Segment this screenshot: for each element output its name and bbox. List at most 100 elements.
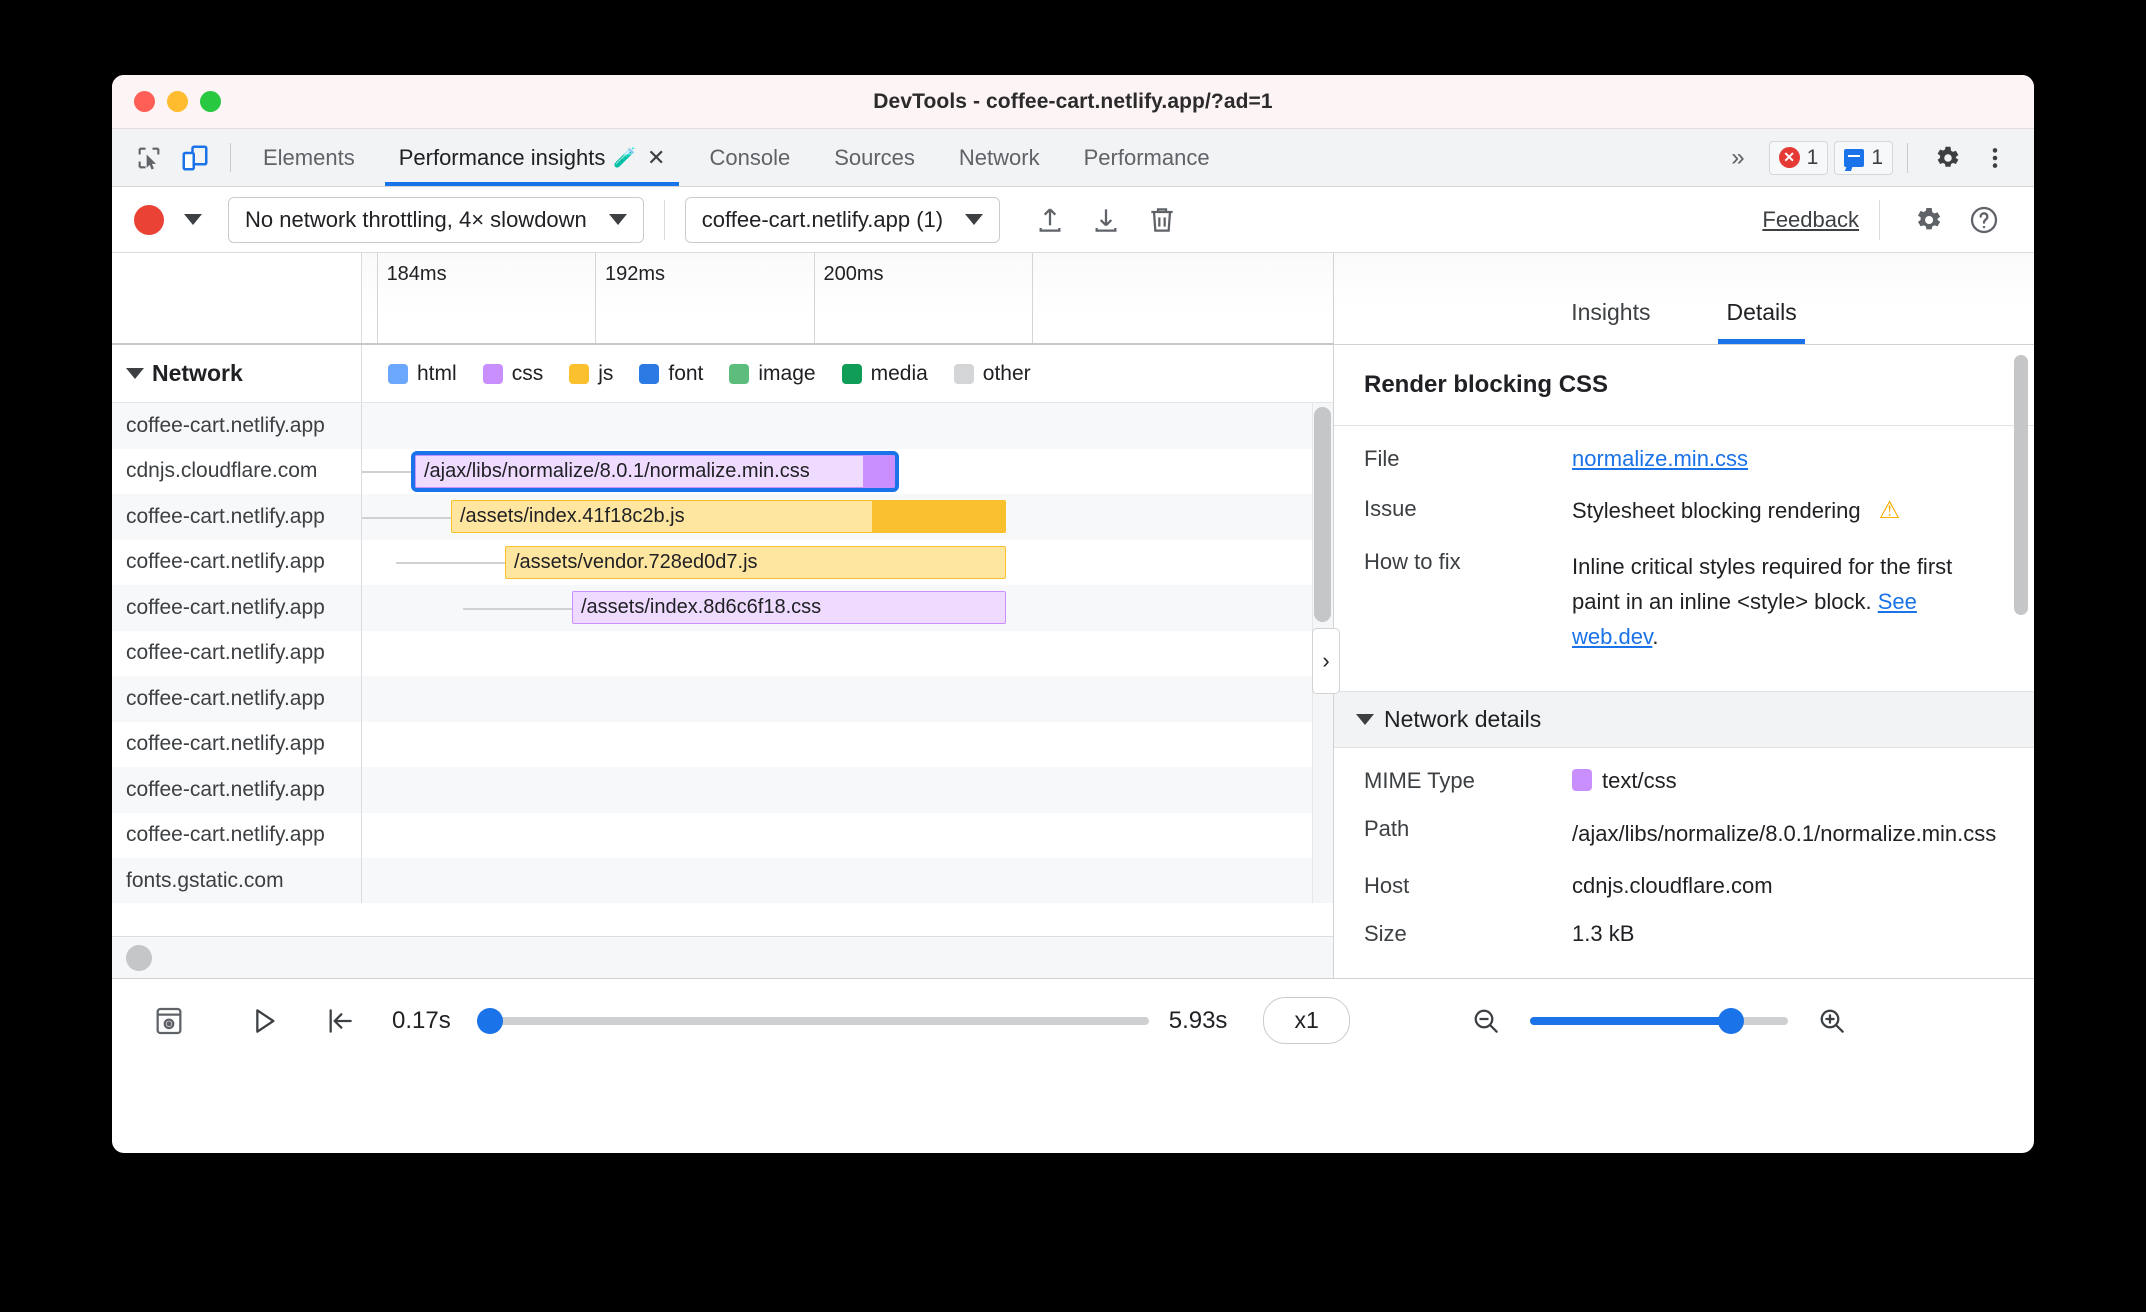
request-waterfall <box>362 631 1333 677</box>
tab-performance[interactable]: Performance <box>1062 129 1232 186</box>
request-host: coffee-cart.netlify.app <box>112 721 362 767</box>
field-label: How to fix <box>1364 549 1461 574</box>
time-range-slider[interactable] <box>476 1007 1149 1034</box>
legend-label: image <box>758 361 816 385</box>
sidebar-tabs: Insights Details <box>1334 253 2034 345</box>
zoom-slider-knob[interactable] <box>1717 1007 1744 1034</box>
request-bar-index-js[interactable]: /assets/index.41f18c2b.js <box>451 500 1006 533</box>
legend-item-image: image <box>729 361 816 386</box>
request-waterfall <box>362 858 1333 903</box>
help-icon[interactable] <box>1956 204 2012 236</box>
file-link[interactable]: normalize.min.css <box>1572 446 1748 471</box>
record-options-chevron-down-icon[interactable] <box>184 214 202 225</box>
gear-icon[interactable] <box>1900 204 1956 236</box>
zoom-in-icon[interactable] <box>1802 1005 1862 1037</box>
zoom-out-icon[interactable] <box>1456 1005 1516 1037</box>
tab-console[interactable]: Console <box>687 129 812 186</box>
feedback-link[interactable]: Feedback <box>1762 207 1859 233</box>
field-how-to-fix: How to fix Inline critical styles requir… <box>1334 531 2034 661</box>
time-slider-knob[interactable] <box>477 1007 504 1034</box>
table-row[interactable]: coffee-cart.netlify.app /assets/index.8d… <box>112 585 1333 631</box>
request-waterfall <box>362 403 1333 449</box>
network-section-toggle[interactable]: Network <box>112 345 362 402</box>
kebab-menu-icon[interactable] <box>1972 143 2018 173</box>
error-count-badge[interactable]: ✕ 1 <box>1768 140 1829 175</box>
legend-label: css <box>511 361 544 385</box>
request-host: coffee-cart.netlify.app <box>112 812 362 858</box>
zoom-slider[interactable] <box>1529 1007 1788 1034</box>
playback-speed-button[interactable]: x1 <box>1263 997 1350 1044</box>
playback-toolbar: 0.17s 5.93s x1 <box>112 978 2034 1062</box>
inspect-element-icon[interactable] <box>126 129 172 186</box>
record-button[interactable] <box>134 204 164 235</box>
warning-icon: ⚠ <box>1878 497 1901 524</box>
experiment-flask-icon: 🧪 <box>613 147 638 169</box>
close-tab-icon[interactable]: ✕ <box>647 145 665 171</box>
legend-swatch-image <box>729 363 750 384</box>
request-host: coffee-cart.netlify.app <box>112 585 362 631</box>
request-host: coffee-cart.netlify.app <box>112 494 362 540</box>
horizontal-scrollbar-thumb[interactable] <box>126 944 152 971</box>
request-waterfall <box>362 813 1333 859</box>
request-bar-download-segment <box>872 501 1005 532</box>
jump-to-start-icon[interactable] <box>310 1005 370 1037</box>
field-label: MIME Type <box>1364 767 1475 793</box>
chevron-down-icon <box>965 214 984 225</box>
trash-icon[interactable] <box>1134 204 1190 236</box>
upload-icon[interactable] <box>1022 204 1078 236</box>
sidebar-scrollbar-thumb[interactable] <box>2014 355 2028 615</box>
horizontal-scrollbar-track[interactable] <box>112 936 1333 978</box>
legend-swatch-html <box>388 363 408 384</box>
table-row[interactable]: coffee-cart.netlify.app <box>112 721 1333 767</box>
table-row[interactable]: coffee-cart.netlify.app /assets/index.41… <box>112 494 1333 540</box>
tab-details[interactable]: Details <box>1688 299 1834 344</box>
tab-sources[interactable]: Sources <box>812 129 937 186</box>
download-icon[interactable] <box>1078 204 1134 236</box>
tab-performance-insights[interactable]: Performance insights 🧪 ✕ <box>377 129 688 186</box>
network-details-toggle[interactable]: Network details <box>1334 690 2034 748</box>
sidebar-collapse-toggle[interactable]: › <box>1312 628 1340 694</box>
field-issue: Issue Stylesheet blocking rendering ⚠ <box>1334 478 2034 531</box>
table-row[interactable]: coffee-cart.netlify.app <box>112 630 1333 677</box>
tab-network[interactable]: Network <box>937 129 1062 186</box>
toolbar-divider-2 <box>1879 199 1880 240</box>
request-bar-normalize-css[interactable]: /ajax/libs/normalize/8.0.1/normalize.min… <box>411 450 899 492</box>
table-row[interactable]: coffee-cart.netlify.app /assets/vendor.7… <box>112 539 1333 585</box>
table-row[interactable]: coffee-cart.netlify.app <box>112 812 1333 859</box>
issue-count-badge[interactable]: 1 <box>1834 140 1893 175</box>
tab-elements[interactable]: Elements <box>241 129 377 186</box>
page-select[interactable]: coffee-cart.netlify.app (1) <box>684 196 1001 243</box>
device-toolbar-icon[interactable] <box>172 129 218 186</box>
tabbar-actions: » ✕ 1 1 <box>1713 129 2034 186</box>
vertical-scrollbar-thumb[interactable] <box>1314 407 1331 622</box>
gear-icon[interactable] <box>1922 143 1972 173</box>
legend-swatch-css <box>482 363 503 384</box>
table-row[interactable]: fonts.gstatic.com <box>112 858 1333 903</box>
throttling-select[interactable]: No network throttling, 4× slowdown <box>228 196 644 243</box>
ruler-tick: 200ms <box>813 253 884 343</box>
request-bar-vendor-js[interactable]: /assets/vendor.728ed0d7.js <box>505 545 1006 579</box>
legend-item-font: font <box>639 362 703 386</box>
field-size: Size 1.3 kB <box>1334 905 2034 953</box>
tab-label: Console <box>709 144 791 170</box>
table-row[interactable]: cdnjs.cloudflare.com /ajax/libs/normaliz… <box>112 448 1333 494</box>
tab-insights[interactable]: Insights <box>1533 299 1688 344</box>
table-row[interactable]: coffee-cart.netlify.app <box>112 403 1333 449</box>
table-row[interactable]: coffee-cart.netlify.app <box>112 767 1333 813</box>
more-tabs-icon[interactable]: » <box>1713 144 1762 172</box>
tab-label: Network <box>958 144 1040 170</box>
legend-label: other <box>982 361 1031 385</box>
screen: DevTools - coffee-cart.netlify.app/?ad=1… <box>0 0 2146 1312</box>
tab-label: Sources <box>834 144 915 170</box>
request-leader-line <box>362 516 451 519</box>
filmstrip-icon[interactable] <box>138 1004 200 1038</box>
table-row[interactable]: coffee-cart.netlify.app <box>112 676 1333 722</box>
ruler-tick <box>1031 253 1042 343</box>
request-bar-download-segment <box>863 455 894 487</box>
request-bar-index-css[interactable]: /assets/index.8d6c6f18.css <box>572 591 1006 624</box>
legend-item-css: css <box>482 361 544 386</box>
play-icon[interactable] <box>234 1005 294 1037</box>
devtools-window: DevTools - coffee-cart.netlify.app/?ad=1… <box>112 75 2034 1153</box>
request-host: fonts.gstatic.com <box>112 858 362 903</box>
request-leader-line <box>362 471 415 474</box>
